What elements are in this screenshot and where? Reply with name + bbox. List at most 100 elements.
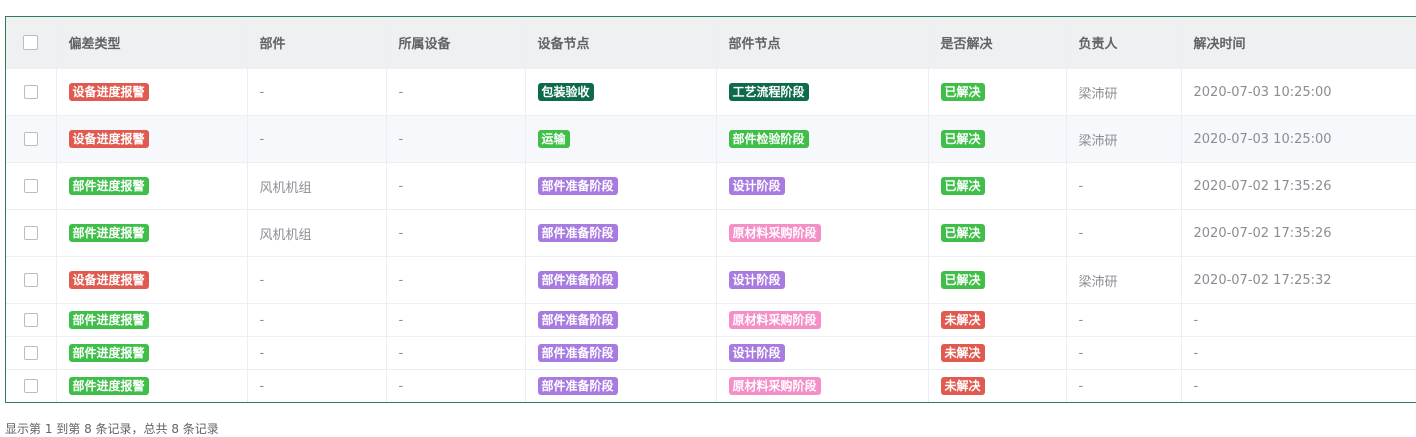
- owner-cell: 梁沛研: [1066, 68, 1182, 116]
- resolved-status-badge: 未解决: [940, 344, 985, 362]
- deviation-type-tag: 部件进度报警: [68, 344, 149, 362]
- select-all-checkbox[interactable]: [23, 35, 39, 50]
- deviation-type-tag: 部件进度报警: [68, 177, 149, 195]
- alarm-table: 偏差类型 部件 所属设备 设备节点 部件节点 是否解决 负责人 解决时间 设备进…: [6, 17, 1416, 402]
- resolved-cell: 已解决: [928, 256, 1067, 304]
- resolve-time-cell: 2020-07-02 17:25:32: [1181, 256, 1416, 304]
- device-cell: -: [386, 369, 526, 402]
- column-header-part[interactable]: 部件: [247, 17, 387, 69]
- device-node-tag: 包装验收: [537, 83, 594, 101]
- row-checkbox[interactable]: [23, 179, 38, 193]
- table-row[interactable]: 部件进度报警 风机机组 - 部件准备阶段 设计阶段 已解决 - 2020-07-…: [6, 162, 1416, 210]
- deviation-type-cell: 部件进度报警: [56, 162, 248, 210]
- part-node-cell: 工艺流程阶段: [716, 68, 929, 116]
- part-cell: -: [247, 369, 387, 402]
- row-checkbox[interactable]: [23, 85, 38, 99]
- part-node-cell: 原材料采购阶段: [716, 303, 929, 337]
- owner-cell: 梁沛研: [1066, 256, 1182, 304]
- part-cell: 风机机组: [247, 162, 387, 210]
- table-row[interactable]: 设备进度报警 - - 运输 部件检验阶段 已解决 梁沛研 2020-07-03 …: [6, 115, 1416, 163]
- device-node-tag: 部件准备阶段: [537, 177, 618, 195]
- resolved-cell: 未解决: [928, 303, 1067, 337]
- resolved-cell: 已解决: [928, 115, 1067, 163]
- resolve-time-cell: -: [1181, 336, 1416, 370]
- row-select-cell: [6, 303, 57, 337]
- row-checkbox[interactable]: [23, 346, 38, 360]
- row-select-cell: [6, 162, 57, 210]
- column-header-owner[interactable]: 负责人: [1066, 17, 1182, 69]
- part-node-cell: 设计阶段: [716, 336, 929, 370]
- device-node-tag: 部件准备阶段: [537, 377, 618, 395]
- device-node-cell: 部件准备阶段: [525, 369, 717, 402]
- resolved-status-badge: 已解决: [940, 83, 985, 101]
- resolved-status-badge: 已解决: [940, 224, 985, 242]
- owner-cell: 梁沛研: [1066, 115, 1182, 163]
- device-cell: -: [386, 303, 526, 337]
- resolved-cell: 已解决: [928, 68, 1067, 116]
- resolve-time-cell: 2020-07-03 10:25:00: [1181, 115, 1416, 163]
- resolve-time-cell: -: [1181, 369, 1416, 402]
- deviation-type-tag: 设备进度报警: [68, 130, 149, 148]
- device-cell: -: [386, 209, 526, 257]
- resolved-status-badge: 未解决: [940, 311, 985, 329]
- column-header-part-node[interactable]: 部件节点: [716, 17, 929, 69]
- deviation-type-tag: 部件进度报警: [68, 224, 149, 242]
- row-checkbox[interactable]: [23, 226, 38, 240]
- device-cell: -: [386, 115, 526, 163]
- column-header-resolved[interactable]: 是否解决: [928, 17, 1067, 69]
- deviation-type-cell: 设备进度报警: [56, 68, 248, 116]
- part-cell: -: [247, 256, 387, 304]
- part-node-tag: 原材料采购阶段: [728, 311, 821, 329]
- device-cell: -: [386, 336, 526, 370]
- table-header-row: 偏差类型 部件 所属设备 设备节点 部件节点 是否解决 负责人 解决时间: [6, 17, 1416, 69]
- row-select-cell: [6, 209, 57, 257]
- resolved-cell: 已解决: [928, 209, 1067, 257]
- row-select-cell: [6, 256, 57, 304]
- row-checkbox[interactable]: [23, 379, 38, 393]
- resolved-status-badge: 已解决: [940, 271, 985, 289]
- device-cell: -: [386, 68, 526, 116]
- device-node-tag: 部件准备阶段: [537, 271, 618, 289]
- resolve-time-cell: -: [1181, 303, 1416, 337]
- owner-cell: -: [1066, 209, 1182, 257]
- part-cell: -: [247, 336, 387, 370]
- part-cell: 风机机组: [247, 209, 387, 257]
- part-node-tag: 原材料采购阶段: [728, 224, 821, 242]
- part-node-cell: 部件检验阶段: [716, 115, 929, 163]
- device-node-cell: 部件准备阶段: [525, 209, 717, 257]
- part-node-cell: 设计阶段: [716, 162, 929, 210]
- device-node-tag: 部件准备阶段: [537, 224, 618, 242]
- device-node-tag: 部件准备阶段: [537, 344, 618, 362]
- part-cell: -: [247, 115, 387, 163]
- column-header-device-node[interactable]: 设备节点: [525, 17, 717, 69]
- resolved-cell: 已解决: [928, 162, 1067, 210]
- row-checkbox[interactable]: [23, 273, 38, 287]
- table-row[interactable]: 部件进度报警 - - 部件准备阶段 原材料采购阶段 未解决 - -: [6, 303, 1416, 337]
- part-node-cell: 原材料采购阶段: [716, 369, 929, 402]
- deviation-type-tag: 设备进度报警: [68, 83, 149, 101]
- table-row[interactable]: 部件进度报警 - - 部件准备阶段 原材料采购阶段 未解决 - -: [6, 369, 1416, 402]
- table-row[interactable]: 设备进度报警 - - 部件准备阶段 设计阶段 已解决 梁沛研 2020-07-0…: [6, 256, 1416, 304]
- part-node-tag: 工艺流程阶段: [728, 83, 809, 101]
- column-header-device[interactable]: 所属设备: [386, 17, 526, 69]
- table-row[interactable]: 部件进度报警 - - 部件准备阶段 设计阶段 未解决 - -: [6, 336, 1416, 370]
- deviation-type-cell: 部件进度报警: [56, 303, 248, 337]
- resolved-status-badge: 已解决: [940, 177, 985, 195]
- part-node-tag: 原材料采购阶段: [728, 377, 821, 395]
- row-select-cell: [6, 369, 57, 402]
- row-select-cell: [6, 115, 57, 163]
- table-row[interactable]: 设备进度报警 - - 包装验收 工艺流程阶段 已解决 梁沛研 2020-07-0…: [6, 68, 1416, 116]
- table-row[interactable]: 部件进度报警 风机机组 - 部件准备阶段 原材料采购阶段 已解决 - 2020-…: [6, 209, 1416, 257]
- device-node-cell: 部件准备阶段: [525, 303, 717, 337]
- owner-cell: -: [1066, 162, 1182, 210]
- row-select-cell: [6, 68, 57, 116]
- part-node-tag: 设计阶段: [728, 271, 785, 289]
- column-header-resolve-time[interactable]: 解决时间: [1181, 17, 1416, 69]
- deviation-type-cell: 部件进度报警: [56, 336, 248, 370]
- device-cell: -: [386, 162, 526, 210]
- row-checkbox[interactable]: [23, 132, 38, 146]
- resolved-status-badge: 未解决: [940, 377, 985, 395]
- column-header-deviation-type[interactable]: 偏差类型: [56, 17, 248, 69]
- row-checkbox[interactable]: [23, 313, 38, 327]
- select-all-cell: [6, 17, 57, 69]
